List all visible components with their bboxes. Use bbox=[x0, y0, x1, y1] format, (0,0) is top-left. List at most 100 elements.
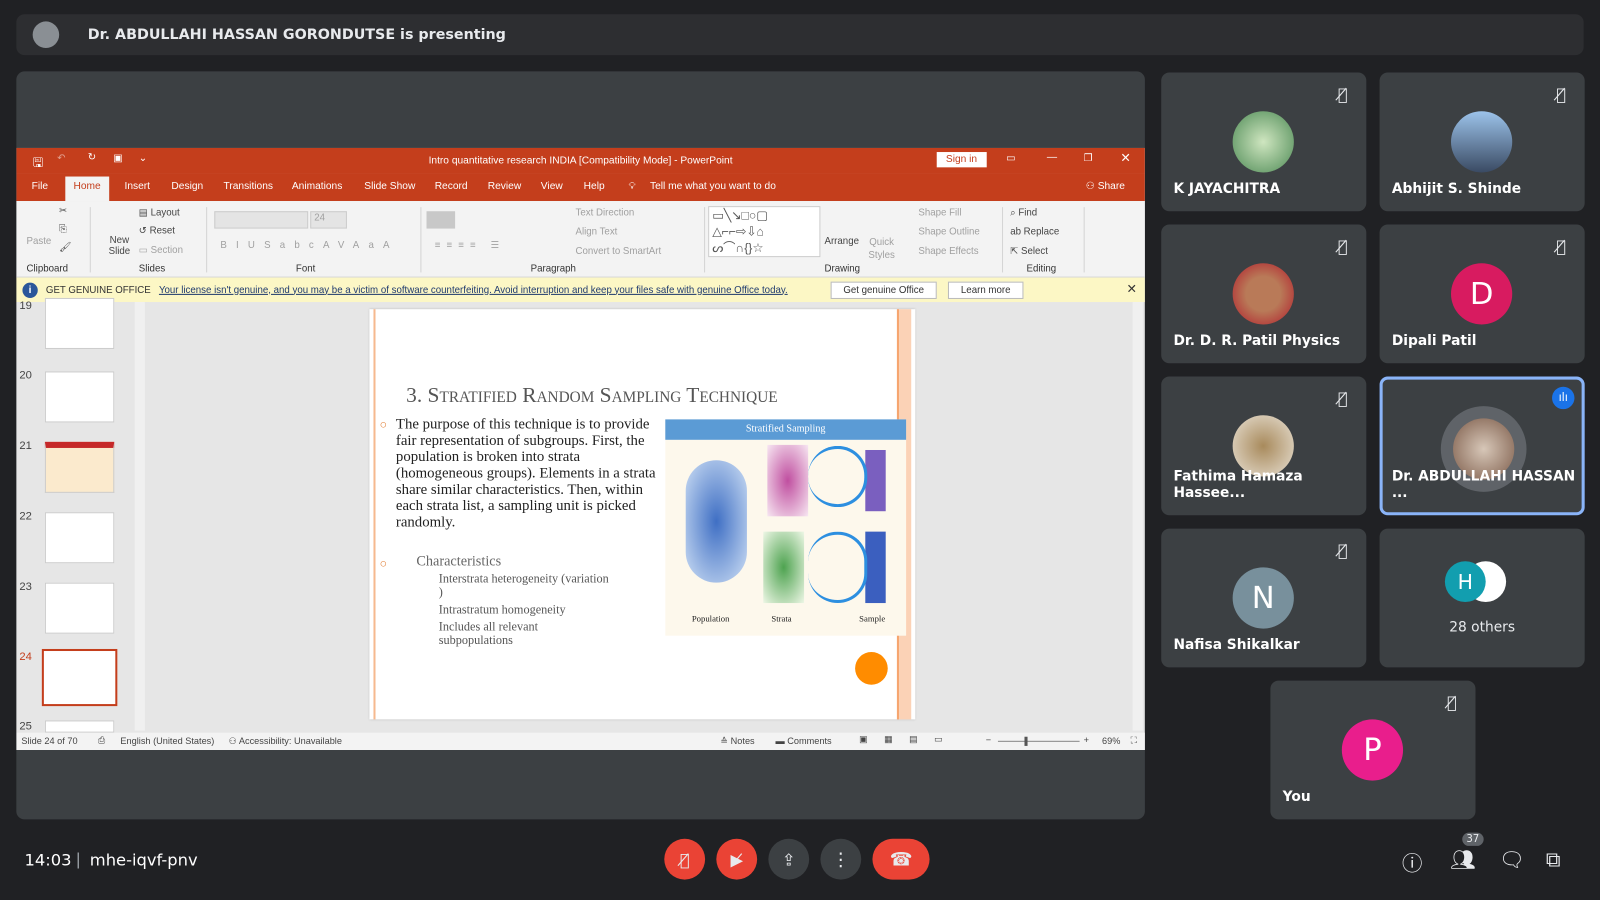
more-options-button[interactable]: ⋮ bbox=[820, 838, 862, 880]
thumb-number: 21 bbox=[19, 439, 32, 453]
bullets-button[interactable] bbox=[426, 211, 456, 229]
share-button[interactable]: ⚇ Share bbox=[1086, 181, 1125, 192]
close-warning-icon[interactable]: ✕ bbox=[1127, 282, 1137, 296]
slide-thumbnail[interactable] bbox=[44, 582, 115, 634]
zoom-level[interactable]: 69% bbox=[1102, 736, 1120, 746]
list-item: Intrastratum homogeneity bbox=[438, 602, 566, 617]
participant-tile[interactable]: N 🎙̸ Nafisa Shikalkar bbox=[1161, 528, 1367, 668]
participant-tile[interactable]: 🎙̸ Abhijit S. Shinde bbox=[1379, 72, 1585, 212]
reset-button[interactable]: ↺ Reset bbox=[139, 226, 175, 237]
select-button[interactable]: ⇱ Select bbox=[1010, 246, 1048, 257]
find-button[interactable]: ⌕ Find bbox=[1010, 207, 1037, 218]
learn-more-button[interactable]: Learn more bbox=[947, 281, 1024, 299]
mic-toggle-button[interactable]: 🎙̸ bbox=[664, 838, 706, 880]
zoom-out[interactable]: − bbox=[986, 735, 991, 745]
present-button[interactable]: ⇪ bbox=[768, 838, 810, 880]
copy-icon[interactable]: ⎘ bbox=[59, 223, 67, 234]
align-text-button[interactable]: Align Text bbox=[576, 227, 618, 238]
font-name-box[interactable] bbox=[214, 211, 309, 229]
layout-button[interactable]: ▤ Layout bbox=[139, 207, 180, 218]
notes-button[interactable]: ≙ Notes bbox=[720, 736, 754, 747]
slide-thumbnail-selected[interactable] bbox=[41, 648, 118, 707]
ribbon-display-icon[interactable]: ▭ bbox=[1006, 153, 1016, 164]
title-bar: 🖫 ↶ ↻ ▣ ⌄ Intro quantitative research IN… bbox=[16, 147, 1145, 174]
accessibility-status[interactable]: ⚇ Accessibility: Unavailable bbox=[229, 736, 342, 747]
convert-smartart-button[interactable]: Convert to SmartArt bbox=[576, 246, 662, 257]
slide-thumbnail[interactable] bbox=[44, 512, 115, 564]
thumbnail-scrollbar[interactable] bbox=[134, 302, 145, 731]
shape-outline-button[interactable]: Shape Outline bbox=[918, 227, 979, 238]
thumb-number: 24 bbox=[19, 651, 32, 664]
zoom-slider[interactable] bbox=[997, 736, 1080, 746]
section-button[interactable]: ▭ Section bbox=[139, 245, 183, 256]
participant-tile[interactable]: 🎙̸ Fathima Hamaza Hassee... bbox=[1161, 376, 1367, 516]
slide-scrollbar[interactable] bbox=[1132, 302, 1143, 731]
people-icon[interactable]: 👥︎ bbox=[1450, 847, 1476, 871]
view-buttons[interactable]: ▣▦▤▭ bbox=[859, 734, 959, 745]
tab-review[interactable]: Review bbox=[488, 181, 521, 192]
slide-canvas[interactable]: 3. Stratified Random Sampling Technique … bbox=[369, 309, 916, 720]
cut-icon[interactable]: ✂ bbox=[59, 205, 67, 216]
tab-insert[interactable]: Insert bbox=[124, 181, 150, 192]
text-direction-button[interactable]: Text Direction bbox=[576, 207, 635, 218]
sign-in-button[interactable]: Sign in bbox=[936, 152, 987, 168]
shape-fill-button[interactable]: Shape Fill bbox=[918, 207, 961, 218]
tab-slide-show[interactable]: Slide Show bbox=[364, 181, 415, 192]
tab-design[interactable]: Design bbox=[171, 181, 203, 192]
participant-tile[interactable]: 🎙̸ Dr. D. R. Patil Physics bbox=[1161, 224, 1367, 364]
tab-file[interactable]: File bbox=[32, 181, 48, 192]
get-genuine-office-button[interactable]: Get genuine Office bbox=[830, 281, 937, 299]
quick-styles-button[interactable]: Quick Styles bbox=[867, 236, 896, 263]
arrange-button[interactable]: Arrange bbox=[824, 236, 859, 247]
slideshow-icon[interactable]: ▣ bbox=[113, 153, 123, 164]
spellcheck-icon[interactable]: ⎙ bbox=[98, 735, 105, 746]
minimize-button[interactable]: — bbox=[1047, 152, 1057, 163]
paste-button[interactable]: Paste bbox=[27, 236, 52, 247]
format-painter-icon[interactable]: 🖌︎ bbox=[59, 242, 71, 253]
redo-icon[interactable]: ↻ bbox=[88, 152, 97, 163]
tab-home[interactable]: Home bbox=[65, 176, 109, 202]
tab-record[interactable]: Record bbox=[435, 181, 468, 192]
tab-animations[interactable]: Animations bbox=[292, 181, 342, 192]
activities-icon[interactable]: ⧉ bbox=[1546, 847, 1561, 871]
shape-effects-button[interactable]: Shape Effects bbox=[918, 246, 978, 257]
accessibility-label: Accessibility: Unavailable bbox=[238, 735, 342, 746]
restore-button[interactable]: ❐ bbox=[1084, 153, 1093, 164]
present-icon: ⇪ bbox=[781, 849, 796, 869]
tab-help[interactable]: Help bbox=[584, 181, 605, 192]
zoom-in[interactable]: + bbox=[1084, 735, 1089, 745]
fit-slide-icon[interactable]: ⛶ bbox=[1131, 735, 1137, 746]
comments-button[interactable]: ▬ Comments bbox=[776, 736, 832, 746]
participant-tile[interactable]: D 🎙̸ Dipali Patil bbox=[1379, 224, 1585, 364]
new-slide-button[interactable]: New Slide bbox=[104, 235, 135, 257]
shapes-gallery[interactable]: ▭╲↘□○▢ △⌐⌐⇨⇩⌂ ᔕ⌒∩{}☆ bbox=[708, 206, 821, 258]
replace-button[interactable]: ab Replace bbox=[1010, 227, 1059, 238]
align-buttons[interactable]: ≡≡≡≡ ☰ bbox=[435, 240, 506, 251]
format-buttons[interactable]: BIUSabcAVAaA bbox=[220, 240, 398, 251]
others-tile[interactable]: H 28 others bbox=[1379, 528, 1585, 668]
language[interactable]: English (United States) bbox=[120, 736, 214, 746]
participant-tile-speaking[interactable]: ılı Dr. ABDULLAHI HASSAN ... bbox=[1379, 376, 1585, 516]
close-button[interactable]: ✕ bbox=[1120, 151, 1130, 165]
font-size-box[interactable]: 24 bbox=[310, 211, 347, 229]
tab-transitions[interactable]: Transitions bbox=[223, 181, 273, 192]
undo-icon[interactable]: ↶ bbox=[57, 153, 66, 164]
slide-thumbnail[interactable] bbox=[44, 297, 115, 349]
meeting-info-icon[interactable]: ⓘ bbox=[1402, 847, 1422, 877]
save-icon[interactable]: 🖫 bbox=[33, 153, 43, 174]
chat-icon[interactable]: 🗨︎ bbox=[1499, 847, 1525, 871]
tell-me-search[interactable]: Tell me what you want to do bbox=[650, 181, 776, 192]
camera-toggle-button[interactable]: ▶̸ bbox=[716, 838, 758, 880]
drawing-group-label: Drawing bbox=[824, 263, 861, 275]
self-tile[interactable]: P 🎙̸ You bbox=[1270, 680, 1476, 820]
participant-tile[interactable]: 🎙̸ K JAYACHITRA bbox=[1161, 72, 1367, 212]
customize-icon[interactable]: ⌄ bbox=[139, 153, 148, 164]
slide-thumbnail[interactable] bbox=[44, 441, 115, 493]
warning-message[interactable]: Your license isn't genuine, and you may … bbox=[159, 284, 788, 295]
leave-call-button[interactable]: ☎ bbox=[872, 838, 930, 880]
slide-thumbnail[interactable] bbox=[44, 371, 115, 423]
tab-view[interactable]: View bbox=[541, 181, 563, 192]
mic-off-icon: 🎙̸ bbox=[1337, 84, 1348, 105]
slide-thumbnail[interactable] bbox=[44, 720, 115, 733]
avatar bbox=[1232, 111, 1294, 173]
